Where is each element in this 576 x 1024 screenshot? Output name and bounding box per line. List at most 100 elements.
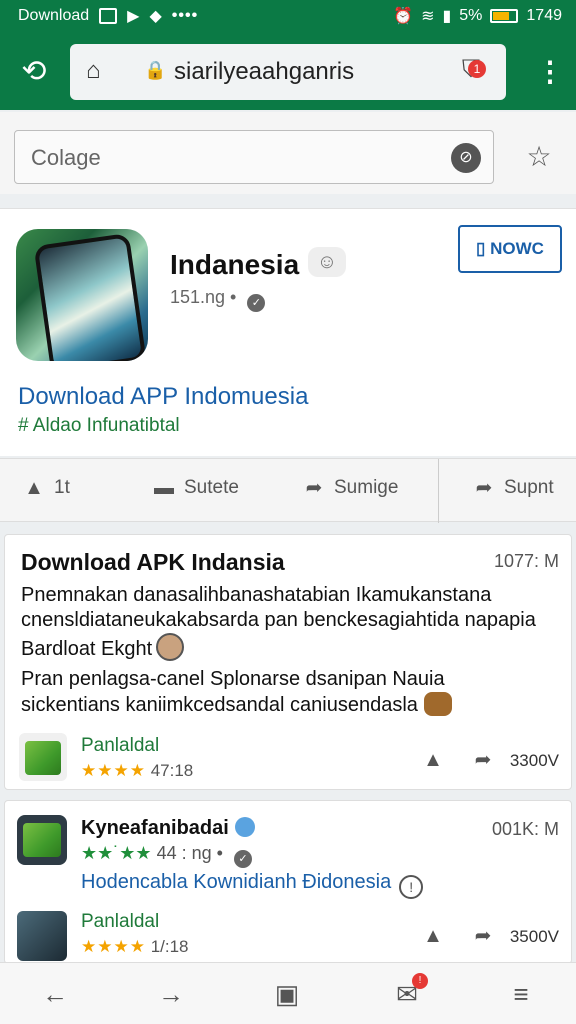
app-rating: ★★˙★★ 44 : ng • ✓ — [81, 843, 252, 868]
app-logo-icon — [23, 823, 61, 857]
app-card: Indanesia ☺ 151.ng • ✓ ▯ NOWC Download A… — [0, 208, 576, 456]
status-download-label: Download — [18, 7, 90, 24]
back-icon[interactable]: ⟲ — [14, 52, 54, 92]
shield-badge: 1 — [468, 60, 486, 78]
app-subtitle-text: 151.ng • — [170, 287, 237, 307]
star-icon[interactable]: ☆ — [524, 142, 554, 172]
app-mini-icon[interactable] — [19, 733, 67, 781]
browser-toolbar: ⟲ ⌂ 🔒 siarilyeaahganris ⛉ 1 ⋮ — [0, 32, 576, 110]
post-title: Kyneafanibadai — [81, 817, 255, 840]
verified-icon — [234, 817, 255, 837]
search-placeholder: Colage — [31, 145, 101, 170]
post-card-2[interactable]: Kyneafanibadai 001K: M ★★˙★★ 44 : ng • ✓… — [4, 800, 572, 964]
url-text[interactable]: siarilyeaahganris — [174, 58, 354, 86]
star-rating-icon: ★★★★ — [81, 761, 146, 780]
support-label: Supnt — [504, 477, 554, 498]
verified-icon: ✓ — [247, 294, 266, 312]
app-title: Indanesia — [170, 249, 300, 280]
avatar — [156, 633, 185, 661]
search-icon[interactable]: ⊘ — [451, 143, 481, 173]
kebab-menu-icon[interactable]: ⋮ — [536, 52, 564, 92]
verified-icon: ✓ — [233, 850, 252, 868]
download-link[interactable]: Download APP Indomuesia — [18, 383, 308, 411]
more-dots-icon: •••• — [171, 7, 199, 24]
download-status-icon — [99, 8, 118, 24]
thumb-up-icon: ▲ — [24, 477, 44, 499]
url-bar[interactable]: ⌂ 🔒 siarilyeaahganris ⛉ 1 — [70, 44, 506, 100]
post-body-text: Pnemnakan danasalihbanashatabian Ikamuka… — [21, 584, 536, 660]
like-action[interactable]: ▲ 1t — [22, 477, 70, 499]
avatar[interactable] — [17, 911, 67, 961]
comment-label: Sutete — [184, 477, 239, 498]
like-label: 1t — [54, 477, 70, 498]
home-icon[interactable]: ⌂ — [86, 58, 110, 84]
clock: 1749 — [526, 7, 562, 24]
share-icon[interactable]: ➦ — [471, 749, 495, 771]
app-name[interactable]: Panlaldal — [81, 735, 159, 757]
share-icon: ➦ — [475, 477, 493, 499]
share-count: 3500V — [509, 927, 559, 946]
hashtag-link[interactable]: # Aldao Infunatibtal — [18, 415, 180, 437]
gift-icon: ◆ — [149, 8, 162, 25]
search-row: Colage ⊘ ☆ — [0, 112, 576, 194]
post-body: Pnemnakan danasalihbanashatabian Ikamuka… — [21, 583, 541, 662]
shield-icon[interactable]: ⛉ 1 — [462, 56, 492, 86]
forward-arrow-icon[interactable]: → — [154, 977, 188, 1011]
now-button-label: NOWC — [490, 239, 544, 258]
rating-text: 44 : ng • — [156, 843, 223, 863]
thumb-up-icon[interactable]: ▲ — [421, 749, 445, 771]
share-action[interactable]: ➦ Sumige — [302, 477, 399, 499]
post-meta: 001K: M — [491, 819, 559, 839]
app-mini-icon[interactable] — [17, 815, 67, 865]
comment-icon: ▬ — [154, 477, 174, 499]
action-row: ▲ 1t ▬ Sutete ➦ Sumige ➦ Supnt — [0, 458, 576, 523]
info-icon[interactable]: ! — [399, 875, 424, 899]
app-logo-icon — [25, 741, 61, 775]
battery-icon — [490, 9, 519, 23]
now-button-icon: ▯ — [476, 239, 491, 258]
lock-icon: 🔒 — [144, 60, 167, 80]
play-store-icon: ▶ — [127, 8, 140, 25]
divider — [438, 459, 439, 523]
post-title-text: Kyneafanibadai — [81, 817, 229, 839]
star-rating-icon: ★★˙★★ — [81, 843, 152, 863]
smile-emoji-icon: ☺ — [308, 247, 346, 277]
rating-value: 1/:18 — [150, 937, 189, 956]
share-icon: ➦ — [305, 477, 323, 499]
status-bar: Download ▶ ◆ •••• ⏰ ≋ ▮ 5% 1749 — [0, 0, 576, 32]
notifications-icon[interactable]: ✉ ! — [390, 973, 428, 1011]
comment-action[interactable]: ▬ Sutete — [152, 477, 239, 499]
app-rating: ★★★★ 47:18 — [81, 761, 193, 781]
alarm-icon: ⏰ — [393, 8, 414, 25]
post-meta: 1077: M — [493, 551, 559, 571]
support-action[interactable]: ➦ Supnt — [472, 477, 554, 499]
emoji-icon — [423, 692, 452, 716]
thumb-up-icon[interactable]: ▲ — [421, 925, 445, 947]
app-rating: ★★★★ 1/:18 — [81, 937, 189, 957]
post-card[interactable]: Download APK Indansia 1077: M Pnemnakan … — [4, 534, 572, 790]
app-icon[interactable] — [16, 229, 148, 361]
rating-value: 47:18 — [150, 761, 194, 780]
notification-badge: ! — [412, 973, 428, 989]
bottom-navigation: ← → ▣ ✉ ! ≡ — [0, 962, 576, 1024]
wifi-icon: ≋ — [421, 8, 435, 25]
post-body-second: Pran penlagsa-canel Splonarse dsanipan N… — [21, 667, 541, 718]
app-name[interactable]: Panlaldal — [81, 911, 159, 933]
post-link[interactable]: Hodencabla Kownidianh Đidonesia! — [81, 871, 424, 899]
post-body-text-2: Pran penlagsa-canel Splonarse dsanipan N… — [21, 668, 445, 716]
post-title: Download APK Indansia — [21, 549, 285, 575]
share-icon[interactable]: ➦ — [471, 925, 495, 947]
star-rating-icon: ★★★★ — [81, 937, 146, 956]
now-button[interactable]: ▯ NOWC — [458, 225, 562, 273]
battery-percent: 5% — [459, 7, 483, 24]
share-label: Sumige — [334, 477, 399, 498]
back-arrow-icon[interactable]: ← — [38, 977, 72, 1011]
share-count: 3300V — [509, 751, 559, 770]
tabs-icon[interactable]: ▣ — [270, 977, 304, 1011]
signal-icon: ▮ — [442, 8, 452, 25]
app-subtitle: 151.ng • ✓ — [170, 287, 266, 312]
search-input[interactable]: Colage ⊘ — [14, 130, 494, 184]
menu-icon[interactable]: ≡ — [504, 977, 538, 1011]
phone-graphic — [33, 232, 147, 361]
post-link-text: Hodencabla Kownidianh Đidonesia — [81, 871, 392, 893]
